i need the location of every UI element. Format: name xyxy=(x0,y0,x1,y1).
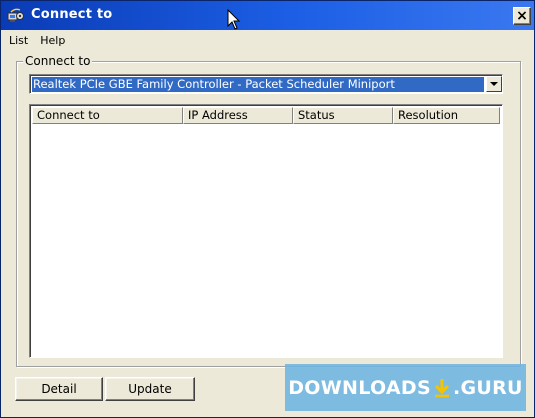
network-adapter-dropdown[interactable]: Realtek PCIe GBE Family Controller - Pac… xyxy=(29,74,503,94)
close-button[interactable]: × xyxy=(513,7,531,25)
title-bar[interactable]: Connect to × xyxy=(1,1,534,30)
dropdown-arrow-button[interactable] xyxy=(486,76,502,92)
mouse-pointer-icon xyxy=(227,9,241,30)
column-header-ip-address[interactable]: IP Address xyxy=(183,107,293,124)
connections-list[interactable]: Connect to IP Address Status Resolution xyxy=(29,104,503,358)
watermark-text: DOWNLOADS .GURU xyxy=(288,377,523,399)
column-header-status[interactable]: Status xyxy=(293,107,393,124)
list-header: Connect to IP Address Status Resolution xyxy=(32,107,500,124)
window-title: Connect to xyxy=(31,7,113,22)
menu-item-help[interactable]: Help xyxy=(36,34,69,47)
downloads-guru-watermark: DOWNLOADS .GURU xyxy=(285,364,526,411)
list-body[interactable] xyxy=(32,124,500,355)
network-connect-icon xyxy=(7,7,25,23)
groupbox-label: Connect to xyxy=(23,54,93,68)
menu-item-list[interactable]: List xyxy=(5,34,32,47)
chevron-down-icon xyxy=(490,82,498,86)
detail-button[interactable]: Detail xyxy=(15,377,103,401)
dropdown-selected-value: Realtek PCIe GBE Family Controller - Pac… xyxy=(32,77,484,92)
watermark-right-text: .GURU xyxy=(452,376,523,399)
update-button[interactable]: Update xyxy=(105,377,195,401)
menu-bar: List Help xyxy=(1,31,534,49)
column-header-resolution[interactable]: Resolution xyxy=(393,107,500,124)
download-arrow-icon xyxy=(434,378,450,397)
watermark-left-text: DOWNLOADS xyxy=(288,376,431,399)
column-header-connect-to[interactable]: Connect to xyxy=(32,107,183,124)
connect-to-window: Connect to × List Help Connect to Realte… xyxy=(0,0,535,418)
